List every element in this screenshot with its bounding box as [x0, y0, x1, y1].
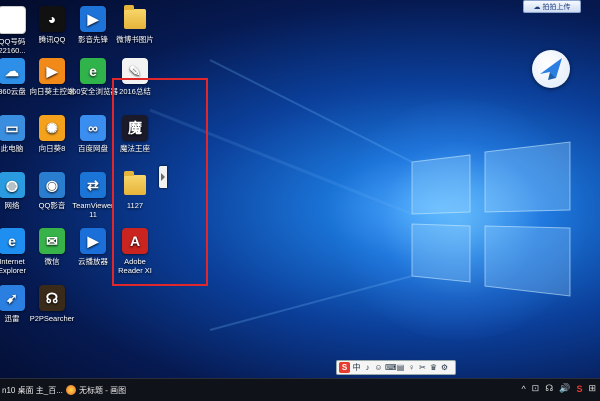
taskbar-item-desktop-window[interactable]: n10 桌面 主_百... [2, 383, 63, 397]
taskbar: n10 桌面 主_百... 无标题 - 画图 ^ ⊡ ☊ 🔊 S ⊞ [0, 378, 600, 401]
tray-app-icon[interactable]: ⊡ [532, 383, 540, 394]
baidu-netdisk-icon: ∞ [80, 115, 106, 141]
cloud-player-icon: ▶ [80, 228, 106, 254]
volume-icon[interactable]: 🔊 [559, 383, 570, 394]
cloud-icon: ☁ [533, 3, 541, 11]
system-tray: ^ ⊡ ☊ 🔊 S ⊞ [521, 383, 596, 394]
upload-button[interactable]: ☁ 拍拍上传 [523, 0, 581, 13]
ime-item[interactable]: ♀ [407, 363, 416, 372]
desktop-icon-label: 微博书图片 [116, 35, 154, 44]
xfplay-icon: ▶ [80, 6, 106, 32]
ime-item[interactable]: 中 [352, 362, 361, 373]
ime-item[interactable]: ⌨ [385, 363, 397, 372]
sogou-logo-icon[interactable]: S [339, 362, 350, 373]
sogou-tray-icon[interactable]: S [576, 384, 582, 394]
ime-item[interactable]: ✂ [418, 363, 427, 372]
ime-item[interactable]: ☺ [374, 363, 383, 372]
network-icon[interactable]: ☊ [545, 383, 553, 394]
show-hidden-icons-icon[interactable]: ^ [521, 384, 525, 394]
wechat-icon: ✉ [39, 228, 65, 254]
ime-item[interactable]: ♪ [363, 363, 372, 372]
desktop-icon[interactable]: ☊ P2PSearcher [22, 285, 82, 323]
sunflower-control-icon: ▶ [39, 58, 65, 84]
paint-icon [66, 385, 76, 395]
ime-item[interactable]: ♛ [429, 363, 438, 372]
desktop-icon-label: P2PSearcher [29, 314, 75, 323]
browser-360-icon: e [80, 58, 106, 84]
p2psearcher-icon: ☊ [39, 285, 65, 311]
sunflower-icon: ✺ [39, 115, 65, 141]
side-panel-tab[interactable] [159, 166, 167, 188]
taskbar-item-paint[interactable]: 无标题 - 画图 [66, 383, 126, 397]
ime-item[interactable]: ▤ [396, 363, 405, 372]
taskbar-item-label: n10 桌面 主_百... [2, 385, 63, 395]
qq-penguin-icon: ◕ [39, 6, 65, 32]
folder-icon [124, 5, 146, 29]
bird-app-icon[interactable] [532, 50, 570, 88]
taskbar-item-label: 无标题 - 画图 [79, 385, 127, 395]
desktop-icon[interactable]: 微博书图片 [105, 5, 165, 44]
desktop-background: QQ号码 22160... ◕ 腾讯QQ ▶ 影音先锋 微博书图片 ☁ 360云盘 ▶ 向日葵主控… [0, 0, 600, 378]
notification-icon[interactable]: ⊞ [588, 383, 596, 394]
teamviewer-icon: ⇄ [80, 172, 106, 198]
ime-item[interactable]: ⚙ [440, 363, 449, 372]
upload-button-label: 拍拍上传 [542, 3, 571, 11]
qq-player-icon: ◉ [39, 172, 65, 198]
ime-toolbar[interactable]: S 中 ♪ ☺ ⌨ ▤ ♀ ✂ ♛ ⚙ [336, 360, 456, 375]
